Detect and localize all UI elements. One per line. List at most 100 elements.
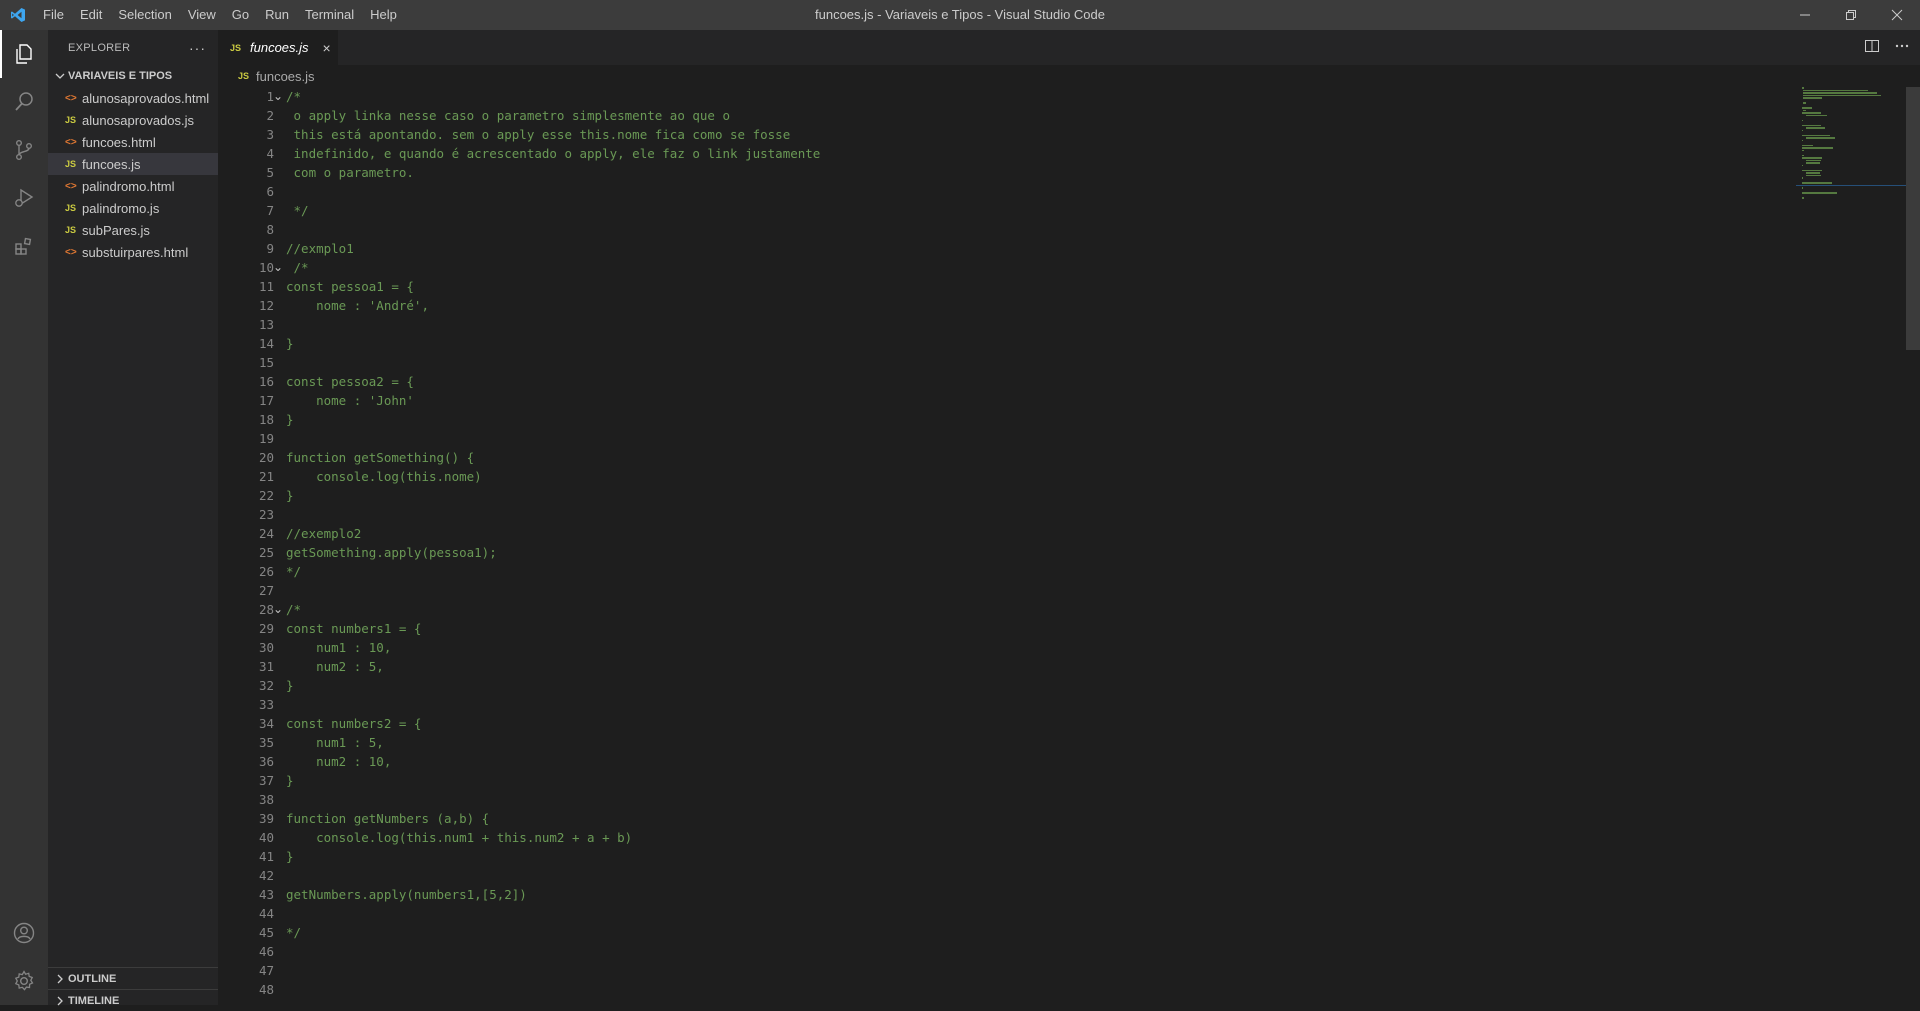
- extensions-icon[interactable]: [0, 222, 48, 270]
- line-number: 19: [258, 431, 274, 446]
- file-item[interactable]: <> substuirpares.html: [48, 241, 218, 263]
- scrollbar-thumb[interactable]: [1906, 87, 1920, 350]
- menu-view[interactable]: View: [180, 0, 224, 30]
- code-line[interactable]: [286, 581, 820, 600]
- code-line[interactable]: const pessoa2 = {: [286, 372, 820, 391]
- run-debug-icon[interactable]: [0, 174, 48, 222]
- file-item[interactable]: JS subPares.js: [48, 219, 218, 241]
- code-line[interactable]: [286, 429, 820, 448]
- code-line[interactable]: num2 : 10,: [286, 752, 820, 771]
- code-line[interactable]: //exmplo1: [286, 239, 820, 258]
- code-line[interactable]: /*: [286, 258, 820, 277]
- file-item[interactable]: JS alunosaprovados.js: [48, 109, 218, 131]
- code-line[interactable]: nome : 'John': [286, 391, 820, 410]
- code-line[interactable]: o apply linka nesse caso o parametro sim…: [286, 106, 820, 125]
- code-line[interactable]: const numbers1 = {: [286, 619, 820, 638]
- code-line[interactable]: [286, 182, 820, 201]
- files-icon[interactable]: [0, 30, 48, 78]
- more-actions-icon[interactable]: [1894, 38, 1910, 57]
- code-line[interactable]: nome : 'André',: [286, 296, 820, 315]
- code-line[interactable]: */: [286, 562, 820, 581]
- minimap-line: [1803, 94, 1882, 96]
- code-line[interactable]: [286, 315, 820, 334]
- line-number: 21: [258, 469, 274, 484]
- split-editor-icon[interactable]: [1864, 38, 1880, 57]
- code-line[interactable]: //exemplo2: [286, 524, 820, 543]
- menu-help[interactable]: Help: [362, 0, 405, 30]
- code-line[interactable]: [286, 790, 820, 809]
- code-line[interactable]: }: [286, 676, 820, 695]
- file-item-active[interactable]: JS funcoes.js: [48, 153, 218, 175]
- source-control-icon[interactable]: [0, 126, 48, 174]
- account-icon[interactable]: [0, 909, 48, 957]
- code-content[interactable]: /* o apply linka nesse caso o parametro …: [286, 87, 820, 999]
- gear-icon[interactable]: [0, 957, 48, 1005]
- fold-chevron-icon[interactable]: ⌄: [270, 87, 286, 106]
- file-item[interactable]: <> funcoes.html: [48, 131, 218, 153]
- tab-funcoes-js[interactable]: JS funcoes.js ×: [218, 30, 338, 65]
- menu-terminal[interactable]: Terminal: [297, 0, 362, 30]
- menu-file[interactable]: File: [35, 0, 72, 30]
- code-line[interactable]: */: [286, 201, 820, 220]
- code-line[interactable]: const numbers2 = {: [286, 714, 820, 733]
- code-editor[interactable]: 1 2 3 4 5 6 7 8 9 10 11 12 13 14 15 16 17 18 19 20 21 22 23 24 2…: [218, 87, 1920, 1005]
- code-line[interactable]: const pessoa1 = {: [286, 277, 820, 296]
- breadcrumb-file[interactable]: funcoes.js: [256, 69, 315, 84]
- code-line[interactable]: [286, 695, 820, 714]
- code-line[interactable]: console.log(this.num1 + this.num2 + a + …: [286, 828, 820, 847]
- file-item[interactable]: JS palindromo.js: [48, 197, 218, 219]
- code-line[interactable]: }: [286, 334, 820, 353]
- code-line[interactable]: console.log(this.nome): [286, 467, 820, 486]
- file-item[interactable]: <> palindromo.html: [48, 175, 218, 197]
- code-line[interactable]: [286, 505, 820, 524]
- code-line[interactable]: function getNumbers (a,b) {: [286, 809, 820, 828]
- code-line[interactable]: num1 : 5,: [286, 733, 820, 752]
- timeline-panel-header[interactable]: TIMELINE: [48, 989, 218, 1011]
- code-line[interactable]: num1 : 10,: [286, 638, 820, 657]
- minimap-line: [1802, 119, 1804, 121]
- minimap-line: [1802, 182, 1832, 184]
- code-line[interactable]: getNumbers.apply(numbers1,[5,2]): [286, 885, 820, 904]
- search-icon[interactable]: [0, 78, 48, 126]
- code-line[interactable]: function getSomething() {: [286, 448, 820, 467]
- code-line[interactable]: /*: [286, 87, 820, 106]
- menu-run[interactable]: Run: [257, 0, 297, 30]
- code-line[interactable]: }: [286, 771, 820, 790]
- code-line[interactable]: [286, 904, 820, 923]
- code-line[interactable]: this está apontando. sem o apply esse th…: [286, 125, 820, 144]
- fold-chevron-icon[interactable]: ⌄: [270, 258, 286, 277]
- breadcrumb[interactable]: JS funcoes.js: [218, 65, 1920, 87]
- minimize-icon[interactable]: [1782, 0, 1828, 30]
- outline-panel-header[interactable]: OUTLINE: [48, 967, 218, 989]
- fold-chevron-icon[interactable]: ⌄: [270, 600, 286, 619]
- menu-go[interactable]: Go: [224, 0, 257, 30]
- code-line[interactable]: [286, 942, 820, 961]
- code-line[interactable]: }: [286, 486, 820, 505]
- code-line[interactable]: }: [286, 410, 820, 429]
- line-number: 47: [258, 963, 274, 978]
- code-line[interactable]: com o parametro.: [286, 163, 820, 182]
- code-line[interactable]: [286, 961, 820, 980]
- restore-icon[interactable]: [1828, 0, 1874, 30]
- code-line[interactable]: indefinido, e quando é acrescentado o ap…: [286, 144, 821, 163]
- folder-header[interactable]: VARIAVEIS E TIPOS: [48, 65, 218, 87]
- close-icon[interactable]: [1874, 0, 1920, 30]
- close-tab-icon[interactable]: ×: [323, 40, 331, 56]
- code-line[interactable]: */: [286, 923, 820, 942]
- code-line[interactable]: getSomething.apply(pessoa1);: [286, 543, 820, 562]
- code-line[interactable]: num2 : 5,: [286, 657, 820, 676]
- code-line[interactable]: [286, 220, 820, 239]
- minimap[interactable]: [1796, 87, 1906, 1005]
- code-line[interactable]: }: [286, 847, 820, 866]
- file-item[interactable]: <> alunosaprovados.html: [48, 87, 218, 109]
- code-line[interactable]: [286, 980, 820, 999]
- menu-selection[interactable]: Selection: [110, 0, 179, 30]
- more-actions-icon[interactable]: ···: [189, 40, 206, 56]
- code-line[interactable]: /*: [286, 600, 820, 619]
- menu-edit[interactable]: Edit: [72, 0, 110, 30]
- code-line[interactable]: [286, 353, 820, 372]
- code-line[interactable]: [286, 866, 820, 885]
